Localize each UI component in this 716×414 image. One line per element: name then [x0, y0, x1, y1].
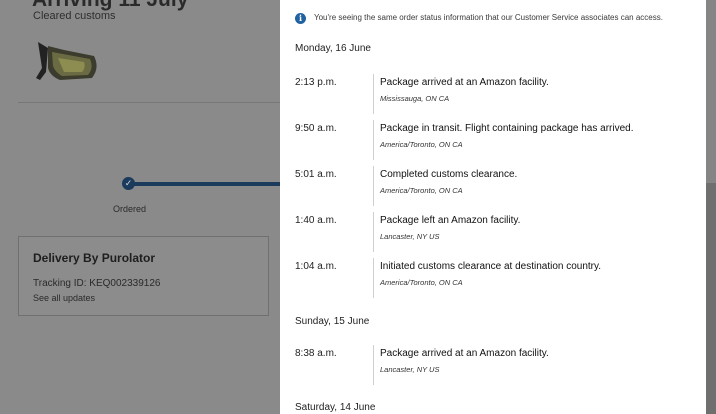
event-time: 8:38 a.m. — [295, 348, 337, 359]
day-heading: Saturday, 14 June — [295, 402, 376, 413]
progress-bar — [128, 182, 280, 186]
event-time: 1:04 a.m. — [295, 261, 337, 272]
divider — [18, 102, 280, 103]
event-status: Package arrived at an Amazon facility. — [380, 77, 549, 88]
event-location: Mississauga, ON CA — [380, 94, 450, 103]
event-time: 2:13 p.m. — [295, 77, 337, 88]
scrollbar-track — [706, 0, 716, 183]
timeline-line — [373, 212, 374, 252]
event-time: 9:50 a.m. — [295, 123, 337, 134]
event-time: 5:01 a.m. — [295, 169, 337, 180]
tracking-details-modal: i You're seeing the same order status in… — [280, 0, 706, 414]
day-heading: Sunday, 15 June — [295, 316, 370, 327]
event-time: 1:40 a.m. — [295, 215, 337, 226]
event-status: Completed customs clearance. — [380, 169, 518, 180]
scrollbar-thumb[interactable] — [706, 183, 716, 414]
event-location: America/Toronto, ON CA — [380, 186, 463, 195]
event-status: Package arrived at an Amazon facility. — [380, 348, 549, 359]
delivery-card: Delivery By Purolator Tracking ID: KEQ00… — [18, 236, 269, 316]
see-all-updates-link[interactable]: See all updates — [33, 293, 95, 303]
tracking-id: Tracking ID: KEQ002339126 — [33, 278, 161, 289]
timeline-line — [373, 345, 374, 385]
timeline-line — [373, 74, 374, 114]
product-image[interactable] — [34, 40, 98, 84]
event-status: Initiated customs clearance at destinati… — [380, 261, 602, 272]
info-text: You're seeing the same order status info… — [314, 13, 663, 22]
event-status: Package left an Amazon facility. — [380, 215, 521, 226]
event-status: Package in transit. Flight containing pa… — [380, 123, 634, 134]
progress-step-label: Ordered — [113, 204, 147, 214]
delivery-card-title: Delivery By Purolator — [33, 251, 156, 265]
day-heading: Monday, 16 June — [295, 43, 371, 54]
timeline-line — [373, 120, 374, 160]
event-location: America/Toronto, ON CA — [380, 278, 463, 287]
event-location: America/Toronto, ON CA — [380, 140, 463, 149]
checkmark-icon: ✓ — [122, 177, 135, 190]
timeline-line — [373, 258, 374, 298]
timeline-line — [373, 166, 374, 206]
event-location: Lancaster, NY US — [380, 365, 440, 374]
info-icon: i — [295, 13, 306, 24]
arrival-status: Cleared customs — [33, 10, 116, 22]
event-location: Lancaster, NY US — [380, 232, 440, 241]
